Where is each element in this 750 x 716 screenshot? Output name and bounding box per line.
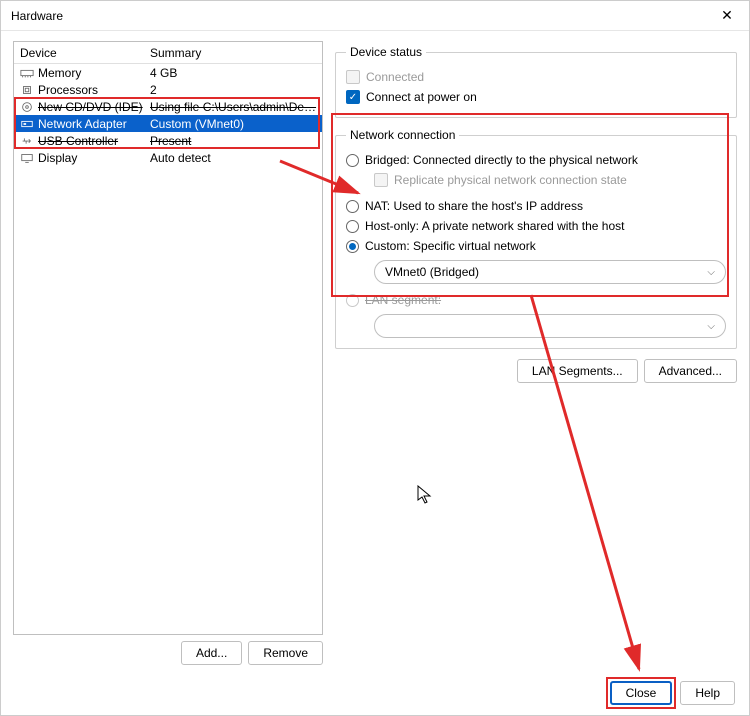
custom-network-value: VMnet0 (Bridged) <box>385 265 479 279</box>
radio-hostonly[interactable] <box>346 220 359 233</box>
connect-poweron-label: Connect at power on <box>366 90 477 104</box>
radio-lanseg <box>346 294 359 307</box>
device-table-header: Device Summary <box>14 42 322 64</box>
display-icon <box>20 152 34 164</box>
device-summary: 4 GB <box>150 66 322 80</box>
cpu-icon <box>20 84 34 96</box>
device-panel: Device Summary Memory 4 GB Processors 2 … <box>13 41 323 665</box>
connected-checkbox <box>346 70 360 84</box>
device-name: USB Controller <box>38 134 118 148</box>
advanced-button[interactable]: Advanced... <box>644 359 737 383</box>
table-row[interactable]: USB Controller Present <box>14 132 322 149</box>
device-name: Network Adapter <box>38 117 127 131</box>
window-title: Hardware <box>11 9 63 23</box>
lan-segments-button[interactable]: LAN Segments... <box>517 359 638 383</box>
settings-panel: Device status Connected ✓ Connect at pow… <box>335 41 737 665</box>
lanseg-row: LAN segment: <box>346 290 726 310</box>
custom-network-select[interactable]: VMnet0 (Bridged) ⌵ <box>374 260 726 284</box>
replicate-label: Replicate physical network connection st… <box>394 173 627 187</box>
usb-icon <box>20 135 34 147</box>
memory-icon <box>20 67 34 79</box>
nat-label: NAT: Used to share the host's IP address <box>365 199 583 213</box>
hostonly-label: Host-only: A private network shared with… <box>365 219 624 233</box>
device-summary: Auto detect <box>150 151 322 165</box>
device-summary: Using file C:\Users\admin\De… <box>150 100 322 114</box>
radio-nat[interactable] <box>346 200 359 213</box>
device-summary: 2 <box>150 83 322 97</box>
custom-label: Custom: Specific virtual network <box>365 239 536 253</box>
network-legend: Network connection <box>346 128 459 142</box>
nat-row[interactable]: NAT: Used to share the host's IP address <box>346 196 726 216</box>
device-summary: Present <box>150 134 322 148</box>
replicate-checkbox <box>374 173 388 187</box>
lanseg-label: LAN segment: <box>365 293 441 307</box>
radio-custom[interactable] <box>346 240 359 253</box>
device-status-legend: Device status <box>346 45 426 59</box>
bridged-row[interactable]: Bridged: Connected directly to the physi… <box>346 150 726 170</box>
hostonly-row[interactable]: Host-only: A private network shared with… <box>346 216 726 236</box>
device-name: New CD/DVD (IDE) <box>38 100 143 114</box>
table-row[interactable]: New CD/DVD (IDE) Using file C:\Users\adm… <box>14 98 322 115</box>
connect-poweron-checkbox[interactable]: ✓ <box>346 90 360 104</box>
network-connection-group: Network connection Bridged: Connected di… <box>335 128 737 349</box>
replicate-row: Replicate physical network connection st… <box>374 170 726 190</box>
remove-button[interactable]: Remove <box>248 641 323 665</box>
table-row[interactable]: Network Adapter Custom (VMnet0) <box>14 115 322 132</box>
help-button[interactable]: Help <box>680 681 735 705</box>
table-row[interactable]: Memory 4 GB <box>14 64 322 81</box>
table-row[interactable]: Processors 2 <box>14 81 322 98</box>
device-status-group: Device status Connected ✓ Connect at pow… <box>335 45 737 118</box>
disc-icon <box>20 101 34 113</box>
device-name: Processors <box>38 83 98 97</box>
connected-row: Connected <box>346 67 726 87</box>
footer-buttons: Close Help <box>610 681 735 705</box>
add-button[interactable]: Add... <box>181 641 242 665</box>
connect-poweron-row[interactable]: ✓ Connect at power on <box>346 87 726 107</box>
close-button[interactable]: Close <box>610 681 673 705</box>
device-name: Display <box>38 151 77 165</box>
bridged-label: Bridged: Connected directly to the physi… <box>365 153 638 167</box>
titlebar: Hardware ✕ <box>1 1 749 31</box>
device-summary: Custom (VMnet0) <box>150 117 322 131</box>
custom-row[interactable]: Custom: Specific virtual network <box>346 236 726 256</box>
header-summary[interactable]: Summary <box>150 46 322 60</box>
lanseg-select: ⌵ <box>374 314 726 338</box>
chevron-down-icon: ⌵ <box>707 267 715 278</box>
header-device[interactable]: Device <box>20 46 150 60</box>
chevron-down-icon-2: ⌵ <box>707 321 715 332</box>
table-row[interactable]: Display Auto detect <box>14 149 322 166</box>
net-icon <box>20 118 34 130</box>
radio-bridged[interactable] <box>346 154 359 167</box>
close-icon[interactable]: ✕ <box>713 2 741 30</box>
device-name: Memory <box>38 66 81 80</box>
device-table: Device Summary Memory 4 GB Processors 2 … <box>13 41 323 635</box>
connected-label: Connected <box>366 70 424 84</box>
